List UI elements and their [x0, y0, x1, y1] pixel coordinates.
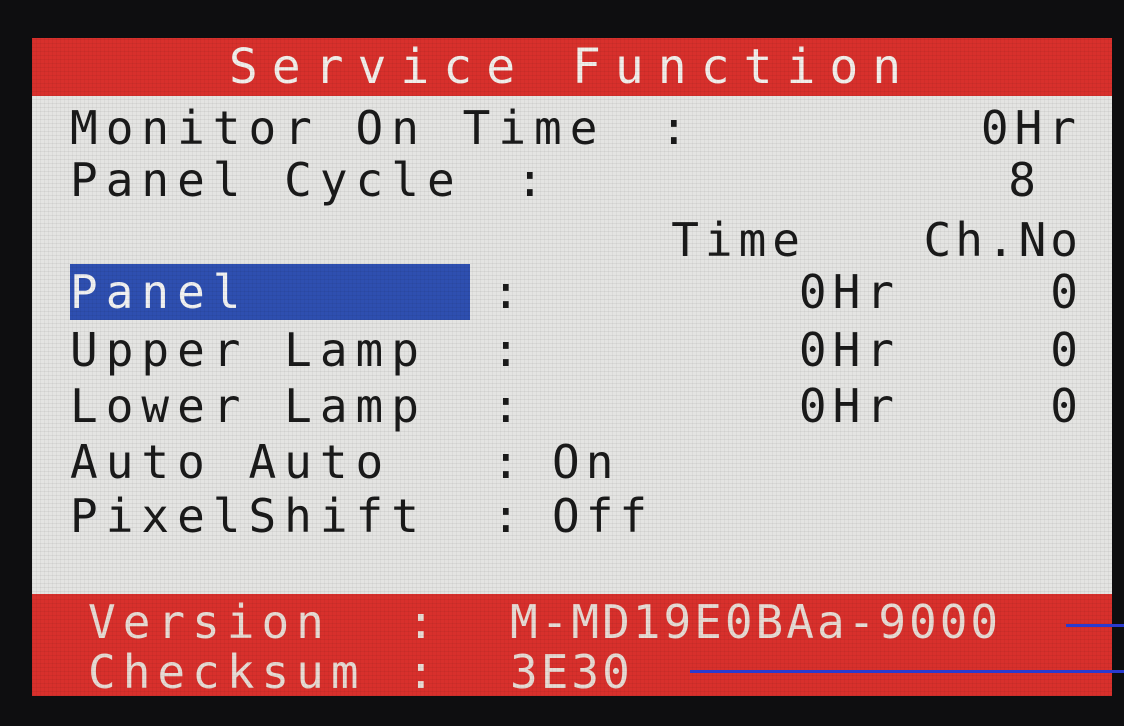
- checksum-pointer-line: [690, 670, 1124, 673]
- time-value: 0Hr: [798, 323, 900, 377]
- colon: :: [516, 153, 544, 207]
- time-value: 0Hr: [798, 265, 900, 319]
- panel-cycle-value: 8: [1008, 153, 1042, 207]
- colon: :: [492, 489, 520, 543]
- colon: :: [492, 265, 520, 319]
- monitor-on-time-value: 0Hr: [980, 101, 1082, 155]
- menu-item-lower-lamp[interactable]: Lower Lamp : 0Hr 0: [32, 378, 1112, 434]
- menu-item-label[interactable]: PixelShift: [70, 488, 427, 544]
- menu-item-upper-lamp[interactable]: Upper Lamp : 0Hr 0: [32, 322, 1112, 378]
- colon: :: [492, 323, 520, 377]
- ch-no-value: 0: [1050, 323, 1082, 377]
- column-header-row: Time Ch.No: [32, 212, 1112, 268]
- menu-item-panel[interactable]: Panel : 0Hr 0: [32, 264, 1112, 320]
- auto-auto-value: On: [552, 435, 620, 489]
- menu-item-pixel-shift[interactable]: PixelShift : Off: [32, 488, 1112, 544]
- menu-item-label[interactable]: Lower Lamp: [70, 378, 427, 434]
- colon: :: [492, 435, 520, 489]
- colon: :: [407, 645, 435, 696]
- pixel-shift-value: Off: [552, 489, 654, 543]
- menu-item-label[interactable]: Panel: [70, 264, 470, 320]
- monitor-on-time-row: Monitor On Time : 0Hr: [32, 100, 1112, 156]
- version-pointer-line: [1066, 624, 1124, 627]
- time-column-header: Time: [671, 213, 806, 267]
- service-function-osd: Service Function Monitor On Time : 0Hr P…: [32, 38, 1112, 696]
- colon: :: [660, 101, 688, 155]
- colon: :: [407, 595, 435, 649]
- colon: :: [492, 379, 520, 433]
- time-value: 0Hr: [798, 379, 900, 433]
- version-label: Version: [88, 595, 331, 649]
- ch-no-value: 0: [1050, 265, 1082, 319]
- menu-item-auto-auto[interactable]: Auto Auto : On: [32, 434, 1112, 490]
- menu-item-label[interactable]: Auto Auto: [70, 434, 391, 490]
- ch-no-column-header: Ch.No: [923, 213, 1082, 267]
- checksum-label: Checksum: [88, 645, 366, 696]
- version-row: Version : M-MD19E0BAa-9000: [32, 598, 1112, 646]
- checksum-value: 3E30: [510, 645, 633, 696]
- menu-title: Service Function: [32, 38, 1112, 96]
- panel-cycle-label: Panel Cycle: [70, 153, 463, 207]
- ch-no-value: 0: [1050, 379, 1082, 433]
- panel-cycle-row: Panel Cycle : 8: [32, 152, 1112, 208]
- footer-info-bar: Version : M-MD19E0BAa-9000 Checksum : 3E…: [32, 594, 1112, 696]
- monitor-on-time-label: Monitor On Time: [70, 101, 606, 155]
- menu-item-label[interactable]: Upper Lamp: [70, 322, 427, 378]
- version-value: M-MD19E0BAa-9000: [510, 595, 1002, 649]
